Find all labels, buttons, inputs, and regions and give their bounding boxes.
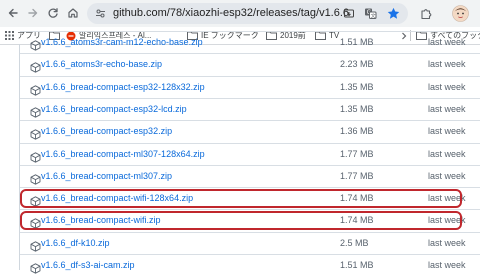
- asset-row: v1.6.6_df-s3-ai-cam.zip 1.51 MB last week: [20, 254, 480, 277]
- asset-row: v1.6.6_bread-compact-ml307.zip 1.77 MB las…: [20, 164, 480, 188]
- asset-date: last week: [428, 237, 466, 248]
- url-text: github.com/78/xiaozhi-esp32/releases/tag…: [113, 7, 350, 19]
- asset-download-link[interactable]: v1.6.6_atoms3r-echo-base.zip: [41, 59, 162, 70]
- install-app-icon[interactable]: [341, 6, 356, 21]
- asset-row: v1.6.6_bread-compact-esp32-lcd.zip 1.35 M…: [20, 97, 480, 121]
- package-icon: [30, 38, 41, 51]
- asset-row: v1.6.6_atoms3r-cam-m12-echo-base.zip 1.51…: [20, 31, 480, 54]
- profile-avatar[interactable]: [451, 4, 469, 22]
- asset-date: last week: [428, 170, 466, 181]
- asset-date: last week: [428, 59, 466, 70]
- asset-date: last week: [428, 103, 466, 114]
- asset-size: 1.36 MB: [340, 126, 374, 137]
- reload-icon[interactable]: [44, 4, 62, 22]
- asset-date: last week: [428, 37, 466, 47]
- asset-download-link[interactable]: v1.6.6_bread-compact-esp32-lcd.zip: [41, 104, 187, 115]
- asset-download-link[interactable]: v1.6.6_atoms3r-cam-m12-echo-base.zip: [41, 37, 203, 48]
- asset-date: last week: [428, 260, 466, 270]
- highlight-annotation: [20, 211, 462, 231]
- asset-date: last week: [428, 126, 466, 137]
- asset-download-link[interactable]: v1.6.6_df-k10.zip: [41, 238, 110, 249]
- asset-download-link[interactable]: v1.6.6_bread-compact-ml307-128x64.zip: [41, 149, 205, 160]
- asset-size: 2.23 MB: [340, 59, 374, 70]
- asset-size: 1.77 MB: [340, 170, 374, 181]
- address-bar[interactable]: github.com/78/xiaozhi-esp32/releases/tag…: [87, 3, 408, 24]
- asset-size: 2.5 MB: [340, 237, 369, 248]
- asset-download-link[interactable]: v1.6.6_bread-compact-esp32.zip: [41, 126, 172, 137]
- forward-arrow-icon[interactable]: [24, 4, 42, 22]
- package-icon: [30, 150, 41, 163]
- highlight-annotation: [20, 189, 462, 209]
- home-icon[interactable]: [64, 4, 82, 22]
- back-arrow-icon[interactable]: [4, 4, 22, 22]
- asset-size: 1.35 MB: [340, 103, 374, 114]
- asset-download-link[interactable]: v1.6.6_df-s3-ai-cam.zip: [41, 260, 135, 271]
- asset-download-link[interactable]: v1.6.6_bread-compact-ml307.zip: [41, 171, 172, 182]
- asset-row: v1.6.6_bread-compact-esp32-128x32.zip 1.3…: [20, 75, 480, 99]
- extensions-icon[interactable]: [417, 4, 435, 22]
- browser-toolbar: github.com/78/xiaozhi-esp32/releases/tag…: [0, 0, 480, 27]
- svg-text:文: 文: [371, 12, 376, 19]
- package-icon: [30, 83, 41, 96]
- asset-row: v1.6.6_bread-compact-ml307-128x64.zip 1.7…: [20, 142, 480, 166]
- site-info-icon[interactable]: [93, 6, 108, 21]
- asset-size: 1.35 MB: [340, 81, 374, 92]
- asset-date: last week: [428, 148, 466, 159]
- asset-size: 1.51 MB: [340, 37, 374, 47]
- package-icon: [30, 261, 41, 274]
- asset-size: 1.77 MB: [340, 148, 374, 159]
- asset-download-link[interactable]: v1.6.6_bread-compact-esp32-128x32.zip: [41, 82, 205, 93]
- package-icon: [30, 172, 41, 185]
- translate-icon[interactable]: G文: [363, 6, 378, 21]
- apps-grid-icon: [5, 31, 14, 40]
- release-assets-list: v1.6.6_atoms3r-cam-m12-echo-base.zip 1.51…: [19, 31, 480, 274]
- asset-row: v1.6.6_df-k10.zip 2.5 MB last week: [20, 231, 480, 255]
- asset-size: 1.51 MB: [340, 260, 374, 270]
- asset-row: v1.6.6_bread-compact-esp32.zip 1.36 MB las…: [20, 120, 480, 143]
- package-icon: [30, 239, 41, 252]
- package-icon: [30, 127, 41, 140]
- asset-row: v1.6.6_atoms3r-echo-base.zip 2.23 MB last …: [20, 53, 480, 76]
- package-icon: [30, 60, 41, 73]
- bookmark-star-icon[interactable]: [386, 6, 401, 21]
- package-icon: [30, 105, 41, 118]
- asset-date: last week: [428, 81, 466, 92]
